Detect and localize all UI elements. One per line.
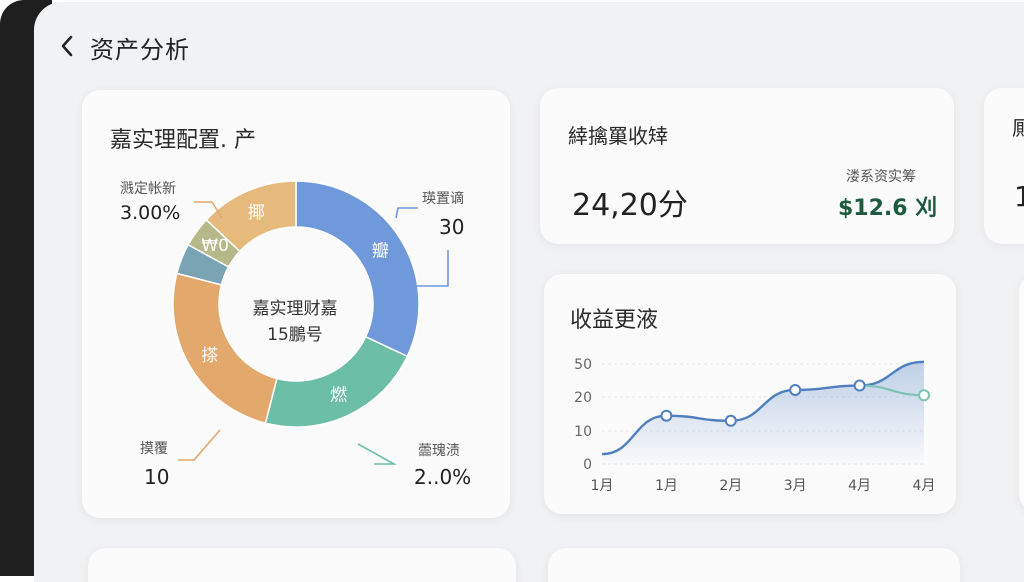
donut-center-text: 嘉实理财嘉 15鵬号 (230, 296, 360, 348)
donut-segment-label: 搽 (201, 346, 218, 366)
callout-value-top-left: 3.00% (120, 202, 181, 224)
x-tick-label: 4月 (848, 478, 871, 494)
y-tick-label: 10 (574, 424, 592, 440)
x-tick-label: 3月 (784, 478, 807, 494)
y-tick-label: 50 (574, 357, 592, 373)
callout-label-top-right: 瑛置谪 (422, 191, 464, 207)
partial-card[interactable]: 厠 1 (984, 88, 1024, 244)
summary-card[interactable]: 緈擒罺收䂔 24,20分 溇系资实筹 $12.6 刈 (540, 88, 954, 244)
callout-connector (395, 207, 418, 219)
x-tick-label: 1月 (591, 478, 614, 494)
donut-segment[interactable] (264, 335, 409, 428)
donut-segment-label: 揶 (248, 203, 265, 223)
summary-title: 緈擒罺收䂔 (568, 124, 668, 148)
callout-value-bottom-right: 2..0% (414, 465, 472, 489)
y-tick-label: 20 (574, 390, 592, 406)
trend-chart: 0 10 20 50 1月 1月 2月 3月 4月 4月 (574, 357, 936, 494)
chevron-left-icon (61, 35, 73, 57)
x-tick-label: 1月 (655, 478, 678, 494)
trend-card[interactable]: 收益更液 0 10 20 50 1月 1月 2月 3月 4月 4月 (544, 274, 956, 514)
donut-segment-label: 燃 (330, 385, 347, 405)
data-point[interactable] (660, 409, 673, 422)
back-button[interactable] (56, 32, 80, 60)
summary-sub-label: 溇系资实筹 (846, 169, 916, 185)
donut-center-line2: 15鵬号 (267, 325, 323, 345)
data-point[interactable] (789, 383, 802, 396)
donut-segment-label: 瓣 (372, 241, 389, 261)
callout-connector (178, 429, 221, 461)
partial-card-title: 厠 (1012, 116, 1024, 140)
x-tick-label: 4月 (913, 478, 936, 494)
callout-connector (357, 443, 398, 465)
bottom-card-right[interactable] (548, 548, 960, 582)
top-bar: 资产分析 (34, 2, 1024, 82)
partial-card-2[interactable] (1019, 274, 1024, 512)
x-tick-label: 2月 (719, 478, 742, 494)
callout-label-bottom-left: 摸覆 (140, 441, 168, 457)
summary-sub-value: $12.6 刈 (838, 196, 938, 221)
donut-center-line1: 嘉实理财嘉 (252, 299, 338, 319)
data-point[interactable] (853, 379, 866, 392)
callout-label-top-left: 溅定帐新 (120, 181, 176, 197)
allocation-card[interactable]: 嘉实理配置. 产 瓣燃搽 ₩0 揶 嘉实理财嘉 15鵬号 溅定帐新 3.00% 瑛置… (82, 90, 510, 518)
area-fill (602, 361, 924, 464)
summary-big-value: 24,20分 (572, 188, 688, 223)
app-screen: 资产分析 嘉实理配置. 产 瓣燃搽 ₩0 揶 嘉实理财嘉 15鵬号 溅定帐新 3.0… (34, 2, 1024, 582)
data-point[interactable] (724, 414, 737, 427)
page-title: 资产分析 (90, 36, 190, 64)
callout-value-top-right: 30 (439, 215, 465, 239)
device-frame: 资产分析 嘉实理配置. 产 瓣燃搽 ₩0 揶 嘉实理财嘉 15鵬号 溅定帐新 3.0… (0, 0, 1024, 582)
callout-value-bottom-left: 10 (144, 465, 170, 489)
callout-label-bottom-right: 蘦瑰渍 (418, 443, 460, 459)
bottom-card-left[interactable] (88, 548, 516, 582)
donut-segment-label: ₩0 (201, 236, 229, 256)
partial-card-value: 1 (1014, 180, 1024, 213)
y-tick-label: 0 (583, 457, 592, 473)
secondary-data-point[interactable] (918, 389, 930, 402)
